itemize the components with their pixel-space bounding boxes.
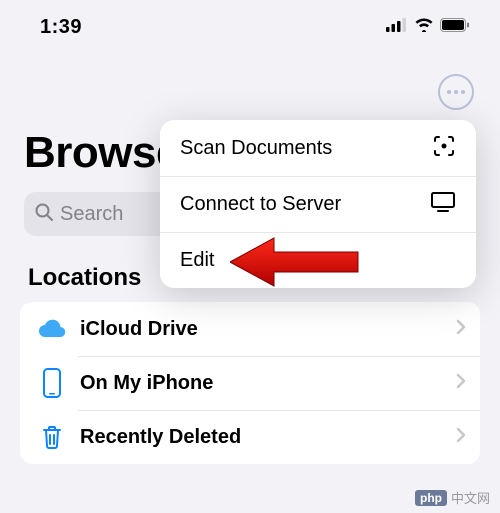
watermark-brand: php: [415, 490, 447, 506]
location-icloud-drive[interactable]: iCloud Drive: [20, 302, 480, 356]
list-item-label: Recently Deleted: [80, 426, 456, 449]
battery-icon: [440, 18, 470, 37]
menu-item-scan-documents[interactable]: Scan Documents: [160, 120, 476, 176]
menu-item-label: Scan Documents: [180, 137, 332, 160]
menu-item-edit[interactable]: Edit: [160, 232, 476, 288]
viewfinder-icon: [432, 134, 456, 163]
chevron-right-icon: [456, 319, 466, 340]
cellular-icon: [386, 18, 408, 37]
display-icon: [430, 191, 456, 218]
chevron-right-icon: [456, 427, 466, 448]
icloud-icon: [34, 311, 70, 347]
status-indicators: [386, 18, 470, 37]
list-item-label: iCloud Drive: [80, 318, 456, 341]
locations-list: iCloud Drive On My iPhone Recently Delet…: [20, 302, 480, 464]
menu-item-label: Connect to Server: [180, 193, 341, 216]
location-on-my-iphone[interactable]: On My iPhone: [20, 356, 480, 410]
more-options-button[interactable]: [438, 74, 474, 110]
trash-icon: [34, 419, 70, 455]
status-time: 1:39: [40, 16, 82, 39]
watermark-text: 中文网: [451, 488, 490, 507]
iphone-icon: [34, 365, 70, 401]
list-item-label: On My iPhone: [80, 372, 456, 395]
menu-item-connect-to-server[interactable]: Connect to Server: [160, 176, 476, 232]
context-menu: Scan Documents Connect to Server Edit: [160, 120, 476, 288]
menu-item-label: Edit: [180, 249, 214, 272]
search-placeholder: Search: [60, 203, 123, 226]
watermark: php 中文网: [415, 488, 490, 507]
wifi-icon: [414, 18, 434, 37]
ellipsis-icon: [447, 90, 465, 94]
chevron-right-icon: [456, 373, 466, 394]
status-bar: 1:39: [0, 0, 500, 48]
location-recently-deleted[interactable]: Recently Deleted: [20, 410, 480, 464]
search-icon: [34, 202, 54, 227]
